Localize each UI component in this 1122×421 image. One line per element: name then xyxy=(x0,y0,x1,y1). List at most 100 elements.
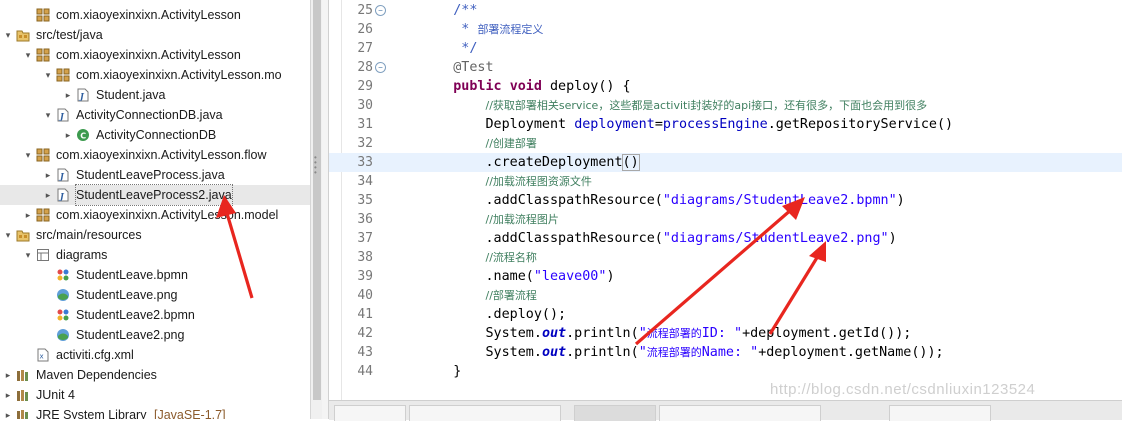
line-number: 38 xyxy=(357,250,373,265)
expand-toggle-icon[interactable]: ▸ xyxy=(2,365,14,385)
expand-toggle-icon[interactable]: ▸ xyxy=(62,125,74,145)
code-token: //创建部署 xyxy=(485,137,537,150)
tree-item[interactable]: ▸ com.xiaoyexinxixn.ActivityLesson.model xyxy=(0,205,310,225)
code-line[interactable]: 36 //加载流程图片 xyxy=(329,210,1122,229)
code-text: //创建部署 xyxy=(421,134,537,153)
package-icon xyxy=(36,48,50,62)
tree-item[interactable]: x activiti.cfg.xml xyxy=(0,345,310,365)
collapse-toggle-icon[interactable]: ▾ xyxy=(2,25,14,45)
expand-toggle-icon[interactable]: ▸ xyxy=(2,405,14,419)
code-text: .createDeployment() xyxy=(421,153,640,172)
tree-item-label: diagrams xyxy=(56,248,108,262)
tree-item[interactable]: ▸ J Student.java xyxy=(0,85,310,105)
tree-item[interactable]: ▸ C ActivityConnectionDB xyxy=(0,125,310,145)
tree-item[interactable]: StudentLeave.png xyxy=(0,285,310,305)
explorer-scrollbar-thumb[interactable] xyxy=(313,0,321,400)
code-text: System.out.println("流程部署的Name: "+deploym… xyxy=(421,343,943,362)
code-text: Deployment deployment=processEngine.getR… xyxy=(421,115,953,134)
bottom-view-tabs xyxy=(329,400,1122,421)
view-sash[interactable] xyxy=(322,0,329,419)
code-line[interactable]: 41 .deploy(); xyxy=(329,305,1122,324)
code-line[interactable]: 35 .addClasspathResource("diagrams/Stude… xyxy=(329,191,1122,210)
expand-toggle-icon[interactable]: ▸ xyxy=(42,185,54,205)
code-line[interactable]: 29 public void deploy() { xyxy=(329,77,1122,96)
library-icon xyxy=(16,388,30,402)
tree-item[interactable]: ▸ J StudentLeaveProcess.java xyxy=(0,165,310,185)
tree-item[interactable]: ▸ JUnit 4 xyxy=(0,385,310,405)
tree-item-label: StudentLeave.bpmn xyxy=(76,268,188,282)
code-line[interactable]: 38 //流程名称 xyxy=(329,248,1122,267)
code-line[interactable]: 25− /** xyxy=(329,1,1122,20)
splitter-grip-icon[interactable]: • • • • xyxy=(314,154,320,179)
code-token: 流程部署的 xyxy=(646,346,702,359)
code-text: //部署流程 xyxy=(421,286,537,305)
fold-toggle-icon[interactable]: − xyxy=(375,5,386,16)
code-text: System.out.println("流程部署的ID: "+deploymen… xyxy=(421,324,911,343)
code-token: .getRepositoryService() xyxy=(767,117,954,132)
line-number: 29 xyxy=(357,79,373,94)
tree-item[interactable]: ▾ com.xiaoyexinxixn.ActivityLesson.mo xyxy=(0,65,310,85)
code-line[interactable]: 30 //获取部署相关service，这些都是activiti封装好的api接口… xyxy=(329,96,1122,115)
code-token: */ xyxy=(421,41,478,56)
collapse-toggle-icon[interactable]: ▾ xyxy=(22,45,34,65)
tree-item[interactable]: ▸ JRE System Library [JavaSE-1.7] xyxy=(0,405,310,419)
image-file-icon xyxy=(56,328,70,342)
fold-toggle-icon[interactable]: − xyxy=(375,62,386,73)
code-line[interactable]: 43 System.out.println("流程部署的Name: "+depl… xyxy=(329,343,1122,362)
tree-item-label: ActivityConnectionDB.java xyxy=(76,108,223,122)
code-text: .addClasspathResource("diagrams/StudentL… xyxy=(421,191,904,210)
code-line[interactable]: 40 //部署流程 xyxy=(329,286,1122,305)
tree-item[interactable]: ▾ src/test/java xyxy=(0,25,310,45)
tree-item-label: com.xiaoyexinxixn.ActivityLesson.model xyxy=(56,208,279,222)
tree-item[interactable]: ▾ J ActivityConnectionDB.java xyxy=(0,105,310,125)
code-line[interactable]: 28− @Test xyxy=(329,58,1122,77)
tree-item[interactable]: StudentLeave.bpmn xyxy=(0,265,310,285)
collapse-toggle-icon[interactable]: ▾ xyxy=(42,105,54,125)
source-folder-icon xyxy=(16,28,30,42)
collapse-toggle-icon[interactable]: ▾ xyxy=(22,245,34,265)
line-number: 40 xyxy=(357,288,373,303)
collapse-toggle-icon[interactable]: ▾ xyxy=(42,65,54,85)
code-text: .deploy(); xyxy=(421,305,566,324)
code-line[interactable]: 26 * 部署流程定义 xyxy=(329,20,1122,39)
code-line[interactable]: 31 Deployment deployment=processEngine.g… xyxy=(329,115,1122,134)
tree-item-label: src/test/java xyxy=(36,28,103,42)
tree-item-label: StudentLeave2.bpmn xyxy=(76,308,195,322)
expand-toggle-icon[interactable]: ▸ xyxy=(2,385,14,405)
expand-toggle-icon[interactable]: ▸ xyxy=(22,205,34,225)
java-file-icon: J xyxy=(56,108,70,122)
collapse-toggle-icon[interactable]: ▾ xyxy=(22,145,34,165)
code-token: = xyxy=(654,117,663,132)
code-line[interactable]: 33 .createDeployment() xyxy=(329,153,1122,172)
tree-item-label: Maven Dependencies xyxy=(36,368,157,382)
code-line[interactable]: 42 System.out.println("流程部署的ID: "+deploy… xyxy=(329,324,1122,343)
tree-item[interactable]: ▾ src/main/resources xyxy=(0,225,310,245)
code-line[interactable]: 39 .name("leave00") xyxy=(329,267,1122,286)
code-line[interactable]: 34 //加载流程图资源文件 xyxy=(329,172,1122,191)
tree-item[interactable]: ▸ J StudentLeaveProcess2.java xyxy=(0,184,310,206)
code-line[interactable]: 27 */ xyxy=(329,39,1122,58)
tree-item[interactable]: ▾ com.xiaoyexinxixn.ActivityLesson xyxy=(0,45,310,65)
collapse-toggle-icon[interactable]: ▾ xyxy=(2,225,14,245)
code-token: processEngine xyxy=(662,117,768,132)
code-token: @Test xyxy=(453,60,494,75)
tree-item[interactable]: ▾ diagrams xyxy=(0,245,310,265)
code-editor[interactable]: 25− /** 26 * 部署流程定义 27 */28− @Test 29 publi… xyxy=(329,0,1122,400)
line-number: 42 xyxy=(357,326,373,341)
code-line[interactable]: 32 //创建部署 xyxy=(329,134,1122,153)
java-file-icon: J xyxy=(76,88,90,102)
code-token: .deploy(); xyxy=(421,307,567,322)
tree-item[interactable]: StudentLeave2.png xyxy=(0,325,310,345)
line-number: 27 xyxy=(357,41,373,56)
code-token: Name: " xyxy=(701,345,759,360)
code-line[interactable]: 44 } xyxy=(329,362,1122,381)
expand-toggle-icon[interactable]: ▸ xyxy=(62,85,74,105)
expand-toggle-icon[interactable]: ▸ xyxy=(42,165,54,185)
tree-item[interactable]: com.xiaoyexinxixn.ActivityLesson xyxy=(0,5,310,25)
tree-item[interactable]: ▾ com.xiaoyexinxixn.ActivityLesson.flow xyxy=(0,145,310,165)
tree-item[interactable]: StudentLeave2.bpmn xyxy=(0,305,310,325)
code-line[interactable]: 37 .addClasspathResource("diagrams/Stude… xyxy=(329,229,1122,248)
tree-item[interactable]: ▸ Maven Dependencies xyxy=(0,365,310,385)
